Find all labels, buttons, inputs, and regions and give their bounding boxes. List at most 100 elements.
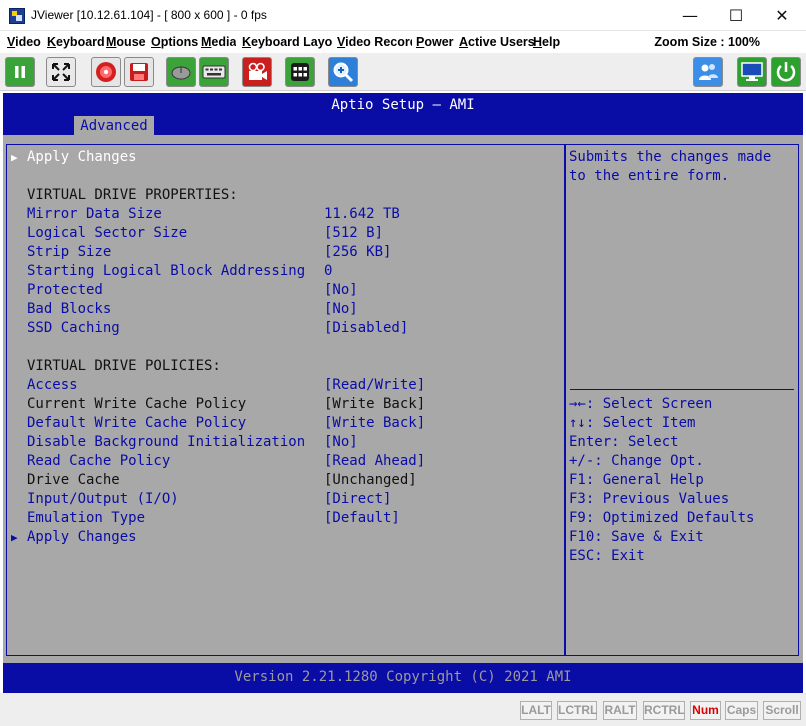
title-bar: JViewer [10.12.61.104] - [ 800 x 600 ] -… [0,0,806,31]
section-heading: VIRTUAL DRIVE PROPERTIES: [27,187,238,203]
setting-row-bad-blocks[interactable]: Bad Blocks [No] [27,300,557,319]
menu-power[interactable]: Power [416,35,454,49]
caps-lock-indicator[interactable]: Caps [725,701,758,720]
status-bar: LALT LCTRL RALT RCTRL Num Caps Scroll [0,693,806,726]
key-hint: +/-: Change Opt. [569,453,704,469]
setting-value: [Write Back] [324,415,426,431]
key-hint: ESC: Exit [569,548,645,564]
floppy-media-button[interactable] [124,57,154,87]
section-heading: VIRTUAL DRIVE POLICIES: [27,358,221,374]
num-lock-indicator[interactable]: Num [690,701,721,720]
setting-value: [No] [324,434,358,450]
active-users-button[interactable] [693,57,723,87]
bios-header-title: Aptio Setup – AMI [331,97,475,113]
setting-label: Read Cache Policy [27,453,171,469]
mouse-button[interactable] [166,57,196,87]
setting-label: Strip Size [27,244,112,260]
bios-screen[interactable]: Aptio Setup – AMI Advanced ▶ Apply Chang… [3,93,803,693]
setting-label: Drive Cache [27,472,120,488]
fullscreen-icon [52,63,70,81]
key-hint: F1: General Help [569,472,704,488]
zoom-size-label: Zoom Size : 100% [654,35,760,49]
setting-row-disable-background-init[interactable]: Disable Background Initialization [No] [27,433,557,452]
mouse-icon [171,66,191,80]
setting-value: [256 KB] [324,244,392,260]
floppy-media-icon [130,63,148,81]
setting-row-read-cache-policy[interactable]: Read Cache Policy [Read Ahead] [27,452,557,471]
menu-video[interactable]: Video [7,35,41,49]
fullscreen-button[interactable] [46,57,76,87]
setting-row-default-write-cache-policy[interactable]: Default Write Cache Policy [Write Back] [27,414,557,433]
setting-label: Protected [27,282,103,298]
ralt-key-indicator[interactable]: RALT [603,701,637,720]
key-hint: F9: Optimized Defaults [569,510,755,526]
menu-video-record[interactable]: Video Record [337,35,412,49]
lalt-key-indicator[interactable]: LALT [520,701,552,720]
setting-value: [Unchanged] [324,472,417,488]
setting-value: [Direct] [324,491,392,507]
tab-advanced[interactable]: Advanced [74,116,154,135]
bios-footer-version: Version 2.21.1280 Copyright (C) 2021 AMI [234,669,572,685]
pause-button[interactable] [5,57,35,87]
power-button[interactable] [771,57,801,87]
menu-media[interactable]: Media [201,35,236,49]
setting-label: Access [27,377,78,393]
menu-keyboard-layout[interactable]: Keyboard Layout [242,35,332,49]
scroll-lock-indicator[interactable]: Scroll [763,701,801,720]
video-record-icon [248,62,267,80]
close-button[interactable]: ✕ [759,0,805,31]
setting-row-access[interactable]: Access [Read/Write] [27,376,557,395]
menu-options[interactable]: Options [151,35,198,49]
macro-keys-button[interactable] [285,57,315,87]
menu-keyboard[interactable]: Keyboard [47,35,105,49]
setting-row-protected[interactable]: Protected [No] [27,281,557,300]
key-hint: F3: Previous Values [569,491,730,507]
setting-row-current-write-cache-policy: Current Write Cache Policy [Write Back] [27,395,557,414]
lctrl-key-indicator[interactable]: LCTRL [557,701,597,720]
setting-label: Apply Changes [27,529,137,545]
video-record-button[interactable] [242,57,272,87]
cd-media-button[interactable] [91,57,121,87]
menu-active-users[interactable]: Active Users [459,35,535,49]
key-hint: →←: Select Screen [569,396,713,412]
display-icon [741,62,763,81]
minimize-button[interactable]: — [667,0,713,31]
setting-row-strip-size[interactable]: Strip Size [256 KB] [27,243,557,262]
zoom-icon [333,62,354,83]
keyboard-icon [202,65,226,79]
apply-changes-item[interactable]: ▶ Apply Changes [11,148,557,167]
setting-label: Logical Sector Size [27,225,188,241]
setting-row-ssd-caching[interactable]: SSD Caching [Disabled] [27,319,557,338]
zoom-button[interactable] [328,57,358,87]
bios-body: ▶ Apply Changes VIRTUAL DRIVE PROPERTIES… [3,135,803,663]
setting-label: Apply Changes [27,149,137,165]
jviewer-app-icon [9,8,25,24]
rctrl-key-indicator[interactable]: RCTRL [643,701,685,720]
setting-label: Emulation Type [27,510,146,526]
setting-row-logical-sector-size[interactable]: Logical Sector Size [512 B] [27,224,557,243]
setting-label: Disable Background Initialization [27,434,306,450]
setting-value: [Disabled] [324,320,409,336]
maximize-button[interactable]: ☐ [713,0,759,31]
settings-panel: ▶ Apply Changes VIRTUAL DRIVE PROPERTIES… [6,144,565,656]
macro-keys-icon [291,63,309,81]
setting-label: Mirror Data Size [27,206,162,222]
display-button[interactable] [737,57,767,87]
apply-changes-item-bottom[interactable]: ▶ Apply Changes [11,528,557,547]
window-title: JViewer [10.12.61.104] - [ 800 x 600 ] -… [31,8,267,22]
menu-mouse[interactable]: Mouse [106,35,146,49]
menu-help[interactable]: Help [533,35,560,49]
users-icon [699,64,718,80]
setting-row-emulation-type[interactable]: Emulation Type [Default] [27,509,557,528]
setting-label: Bad Blocks [27,301,112,317]
cd-media-icon [96,62,116,82]
keyboard-button[interactable] [199,57,229,87]
setting-row-input-output[interactable]: Input/Output (I/O) [Direct] [27,490,557,509]
key-hint: F10: Save & Exit [569,529,704,545]
setting-row-starting-lba: Starting Logical Block Addressing 0 [27,262,557,281]
setting-value: [Write Back] [324,396,426,412]
setting-value: 11.642 TB [324,206,400,222]
toolbar [0,53,806,91]
setting-value: [No] [324,282,358,298]
help-panel: Submits the changes made to the entire f… [565,144,799,656]
